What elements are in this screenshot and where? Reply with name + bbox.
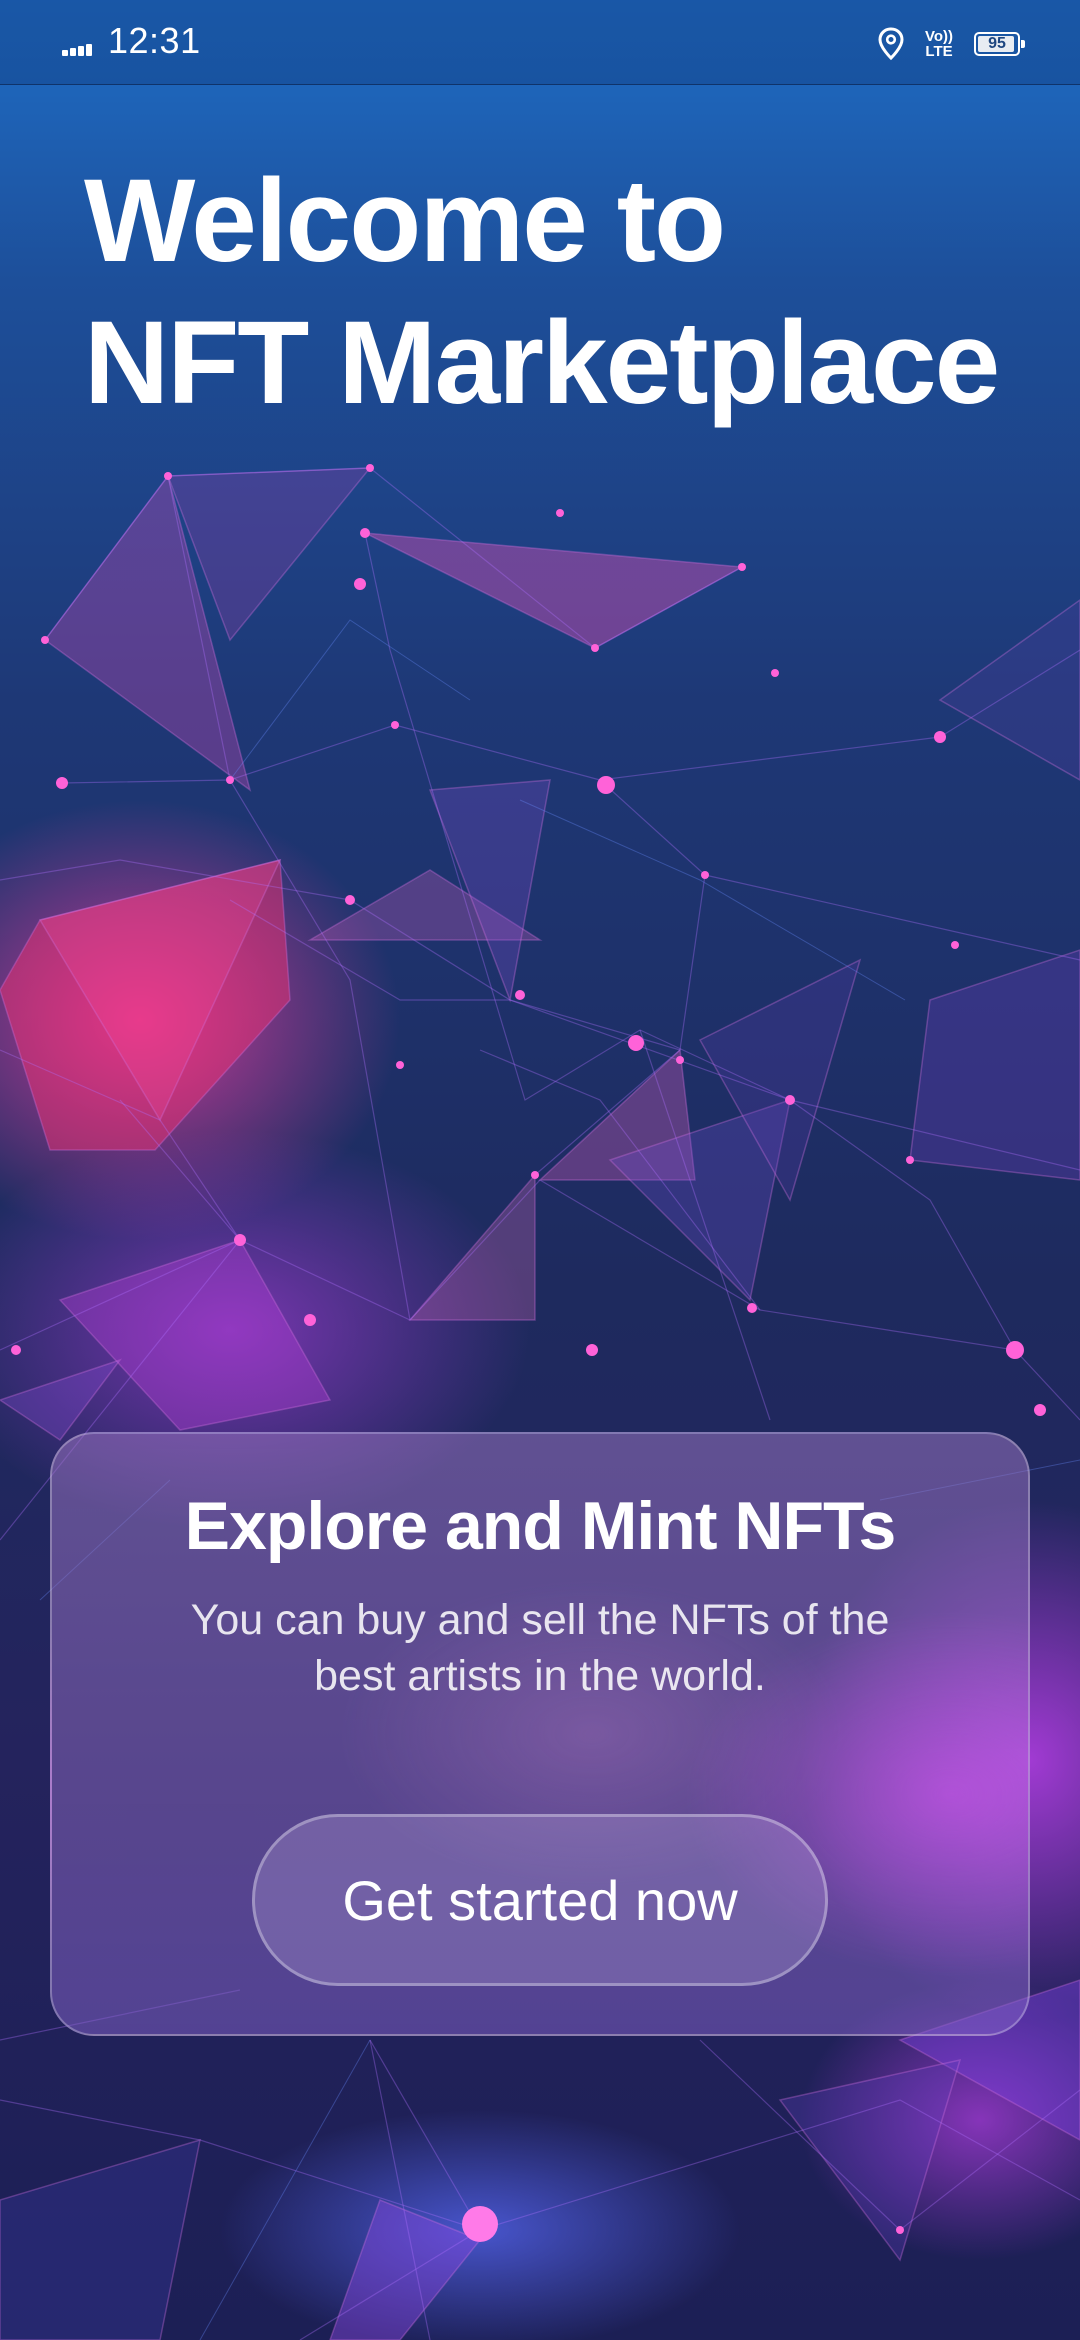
get-started-button[interactable]: Get started now [252, 1814, 828, 1986]
volte-label-bottom: LTE [925, 43, 953, 60]
status-icons: Vo)) LTE 95 [878, 24, 1025, 64]
signal-icon [62, 42, 102, 56]
card-title: Explore and Mint NFTs [184, 1488, 897, 1564]
welcome-screen: 12:31 Vo)) LTE 95 Welcome to NFT Marketp… [0, 0, 1080, 2340]
welcome-title-line-2: NFT Marketplace [84, 297, 1000, 429]
explore-card: Explore and Mint NFTs You can buy and se… [50, 1432, 1030, 2036]
battery-tip [1021, 40, 1025, 48]
volte-label-top: Vo)) [924, 28, 954, 45]
battery-icon: 95 [974, 32, 1025, 56]
status-time: 12:31 [108, 20, 201, 61]
location-icon [878, 27, 904, 61]
volte-icon: Vo)) LTE [924, 29, 954, 59]
welcome-title: Welcome to NFT Marketplace [84, 150, 1044, 434]
welcome-title-line-1: Welcome to [84, 155, 726, 287]
card-description: You can buy and sell the NFTs of the bes… [190, 1596, 890, 1700]
battery-level: 95 [988, 35, 1006, 52]
status-bar: 12:31 Vo)) LTE 95 [0, 0, 1080, 85]
